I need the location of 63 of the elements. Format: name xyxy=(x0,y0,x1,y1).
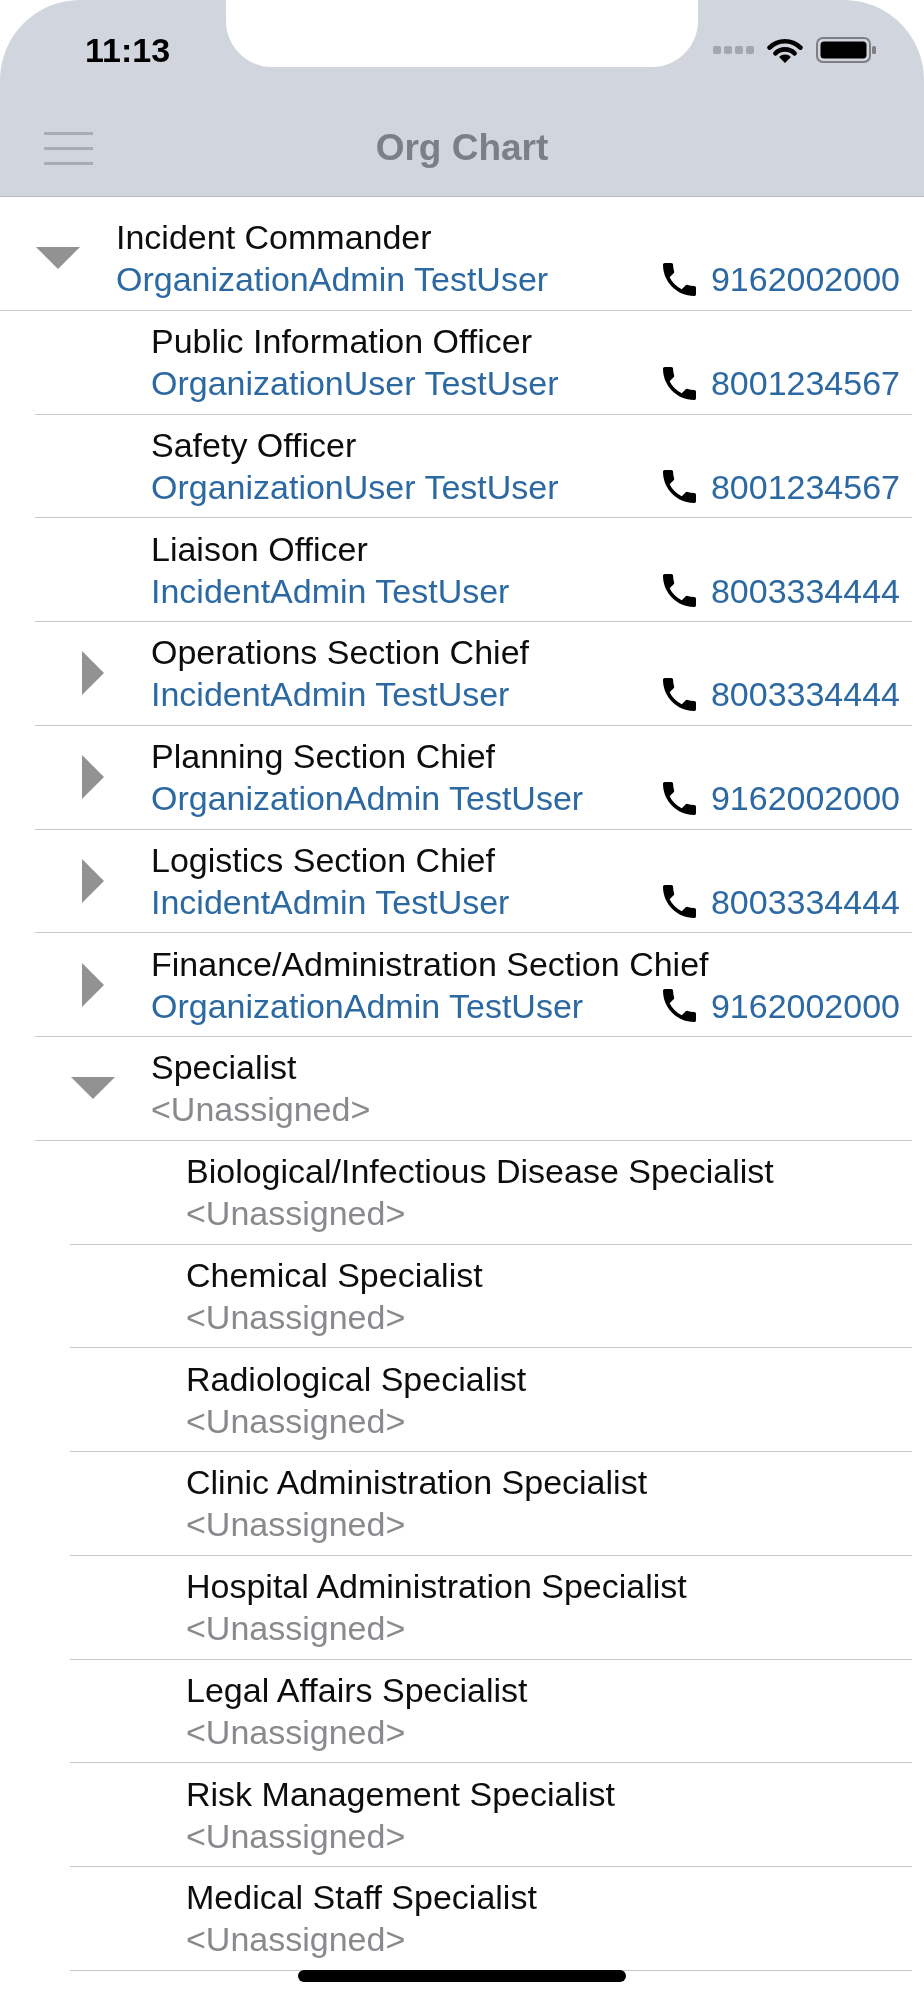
phone-number[interactable]: 8003334444 xyxy=(710,569,900,612)
phone-icon xyxy=(662,989,696,1023)
role-title: Legal Affairs Specialist xyxy=(186,1669,528,1711)
role-title: Public Information Officer xyxy=(151,321,533,363)
phone-number[interactable]: 9162002000 xyxy=(710,984,900,1027)
phone-number[interactable]: 8001234567 xyxy=(710,362,900,405)
assignee-name[interactable]: IncidentAdmin TestUser xyxy=(151,569,510,612)
phone-icon xyxy=(662,470,696,504)
role-title: Biological/Infectious Disease Specialist xyxy=(186,1151,774,1193)
assignee-name[interactable]: OrganizationAdmin TestUser xyxy=(116,258,549,301)
assignee-name: <Unassigned> xyxy=(151,1089,371,1131)
assignee-name: <Unassigned> xyxy=(186,1919,406,1961)
role-title: Logistics Section Chief xyxy=(151,839,495,881)
phone-icon xyxy=(662,781,696,815)
assignee-name: <Unassigned> xyxy=(186,1193,406,1235)
disclosure-triangle-icon[interactable] xyxy=(36,247,80,270)
phone-number[interactable]: 8003334444 xyxy=(710,880,900,923)
role-title: Clinic Administration Specialist xyxy=(186,1462,648,1504)
phone-number[interactable]: 8003334444 xyxy=(710,673,900,716)
assignee-name[interactable]: OrganizationAdmin TestUser xyxy=(151,777,584,820)
disclosure-triangle-icon[interactable] xyxy=(82,651,104,696)
role-title: Medical Staff Specialist xyxy=(186,1877,537,1919)
assignee-name: <Unassigned> xyxy=(186,1711,406,1753)
assignee-name: <Unassigned> xyxy=(186,1296,406,1338)
assignee-name[interactable]: OrganizationUser TestUser xyxy=(151,362,559,405)
assignee-name: <Unassigned> xyxy=(186,1815,406,1857)
phone-icon xyxy=(662,574,696,608)
phone-icon xyxy=(662,366,696,400)
role-title: Chemical Specialist xyxy=(186,1254,483,1296)
cellular-signal-icon xyxy=(713,46,754,54)
assignee-name[interactable]: OrganizationAdmin TestUser xyxy=(151,984,584,1027)
assignee-name[interactable]: IncidentAdmin TestUser xyxy=(151,673,510,716)
status-time: 11:13 xyxy=(85,30,171,70)
assignee-name: <Unassigned> xyxy=(186,1608,406,1650)
wifi-icon xyxy=(767,37,803,63)
role-title: Operations Section Chief xyxy=(151,632,529,674)
role-title: Incident Commander xyxy=(116,217,432,259)
role-title: Finance/Administration Section Chief xyxy=(151,943,709,985)
phone-number[interactable]: 9162002000 xyxy=(710,777,900,820)
role-title: Safety Officer xyxy=(151,424,357,466)
phone-number[interactable]: 8001234567 xyxy=(710,465,900,508)
nav-title: Org Chart xyxy=(375,127,549,169)
role-title: Liaison Officer xyxy=(151,528,368,570)
role-title: Risk Management Specialist xyxy=(186,1773,615,1815)
disclosure-triangle-icon[interactable] xyxy=(82,755,104,800)
role-title: Radiological Specialist xyxy=(186,1358,527,1400)
menu-button[interactable] xyxy=(44,131,93,165)
phone-number[interactable]: 9162002000 xyxy=(710,258,900,301)
phone-icon xyxy=(662,885,696,919)
assignee-name[interactable]: OrganizationUser TestUser xyxy=(151,465,559,508)
assignee-name[interactable]: IncidentAdmin TestUser xyxy=(151,880,510,923)
phone-icon xyxy=(662,677,696,711)
role-title: Specialist xyxy=(151,1047,297,1089)
menu-icon xyxy=(44,131,93,165)
assignee-name: <Unassigned> xyxy=(186,1400,406,1442)
disclosure-triangle-icon[interactable] xyxy=(82,962,104,1007)
assignee-name: <Unassigned> xyxy=(186,1504,406,1546)
battery-icon xyxy=(816,37,876,63)
role-title: Planning Section Chief xyxy=(151,736,495,778)
disclosure-triangle-icon[interactable] xyxy=(71,1077,115,1100)
phone-icon xyxy=(662,262,696,296)
disclosure-triangle-icon[interactable] xyxy=(82,858,104,903)
role-title: Hospital Administration Specialist xyxy=(186,1566,687,1608)
